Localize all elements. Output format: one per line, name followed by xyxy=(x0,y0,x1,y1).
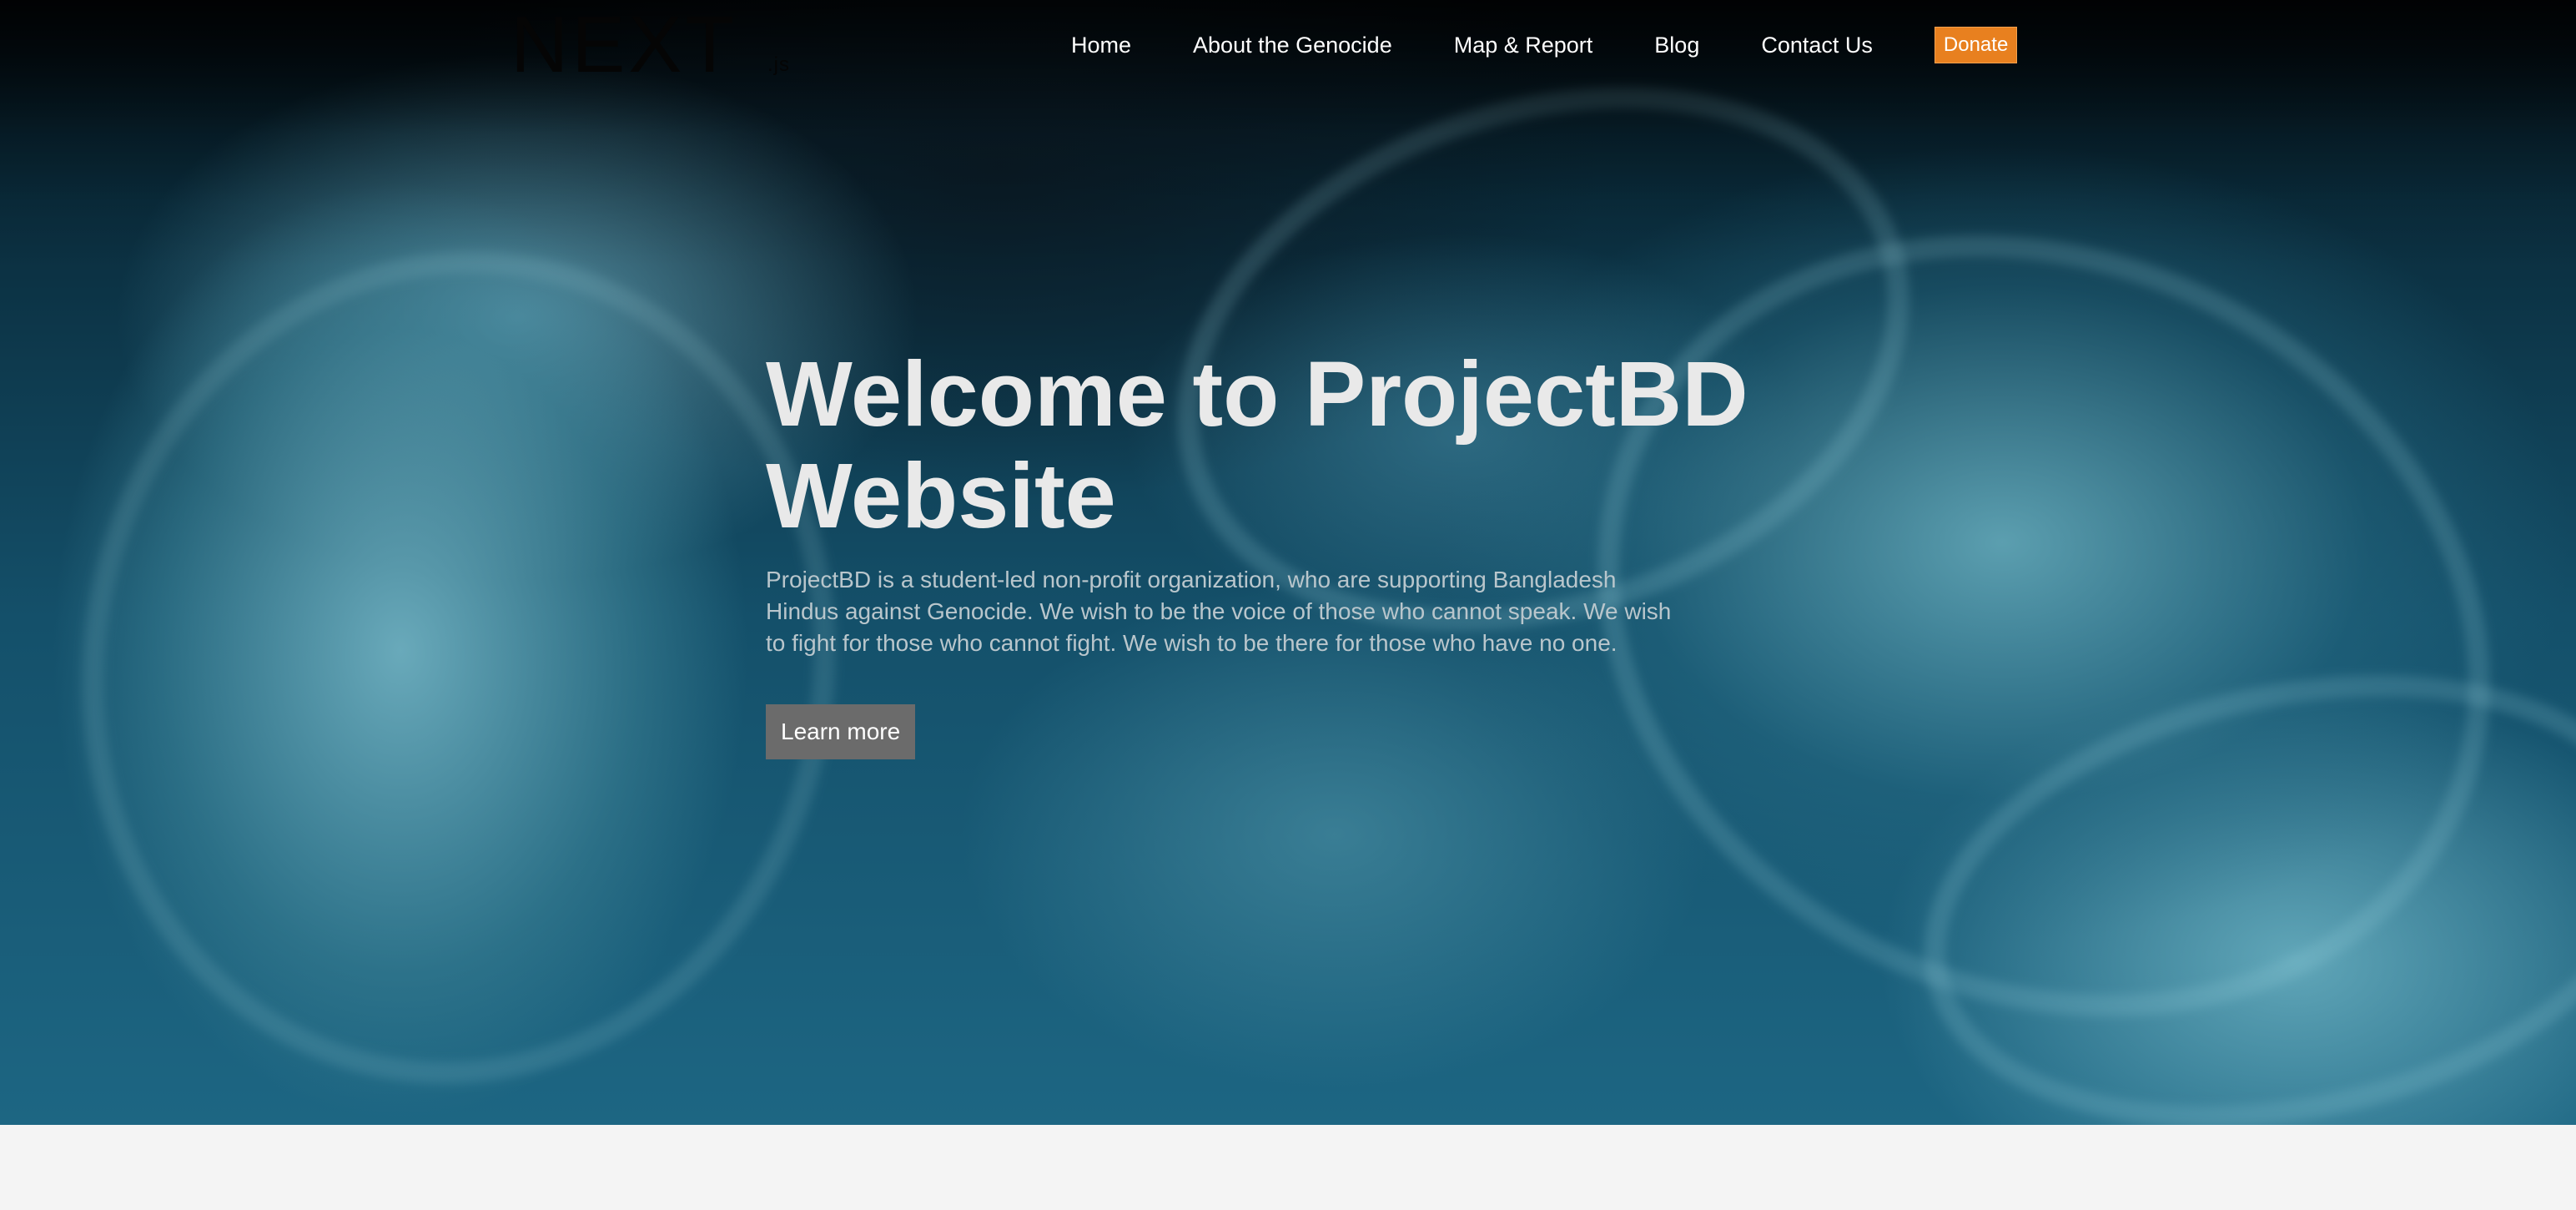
site-logo[interactable]: NEXT xyxy=(511,3,737,87)
nav-item-about-the-genocide[interactable]: About the Genocide xyxy=(1193,33,1392,58)
donate-button[interactable]: Donate xyxy=(1934,27,2018,63)
hero-title: Welcome to ProjectBD Website xyxy=(766,344,1767,547)
top-navigation: NEXT .js Home About the Genocide Map & R… xyxy=(0,0,2576,87)
nav-item-map-report[interactable]: Map & Report xyxy=(1454,33,1593,58)
nav-item-home[interactable]: Home xyxy=(1071,33,1131,58)
content-section xyxy=(0,1125,2576,1210)
hero-description: ProjectBD is a student-led non-profit or… xyxy=(766,567,1672,656)
hero-section: NEXT .js Home About the Genocide Map & R… xyxy=(0,0,2576,1125)
learn-more-button[interactable]: Learn more xyxy=(766,704,916,759)
nav-menu: Home About the Genocide Map & Report Blo… xyxy=(1071,27,2018,63)
hero-title-line-1: Welcome to ProjectBD xyxy=(766,343,1748,446)
site-logo-sub: .js xyxy=(767,53,790,76)
hero-title-line-2: Website xyxy=(766,445,1116,547)
hero-content: Welcome to ProjectBD Website ProjectBD i… xyxy=(766,344,1767,759)
nav-item-blog[interactable]: Blog xyxy=(1654,33,1699,58)
nav-item-contact-us[interactable]: Contact Us xyxy=(1761,33,1873,58)
